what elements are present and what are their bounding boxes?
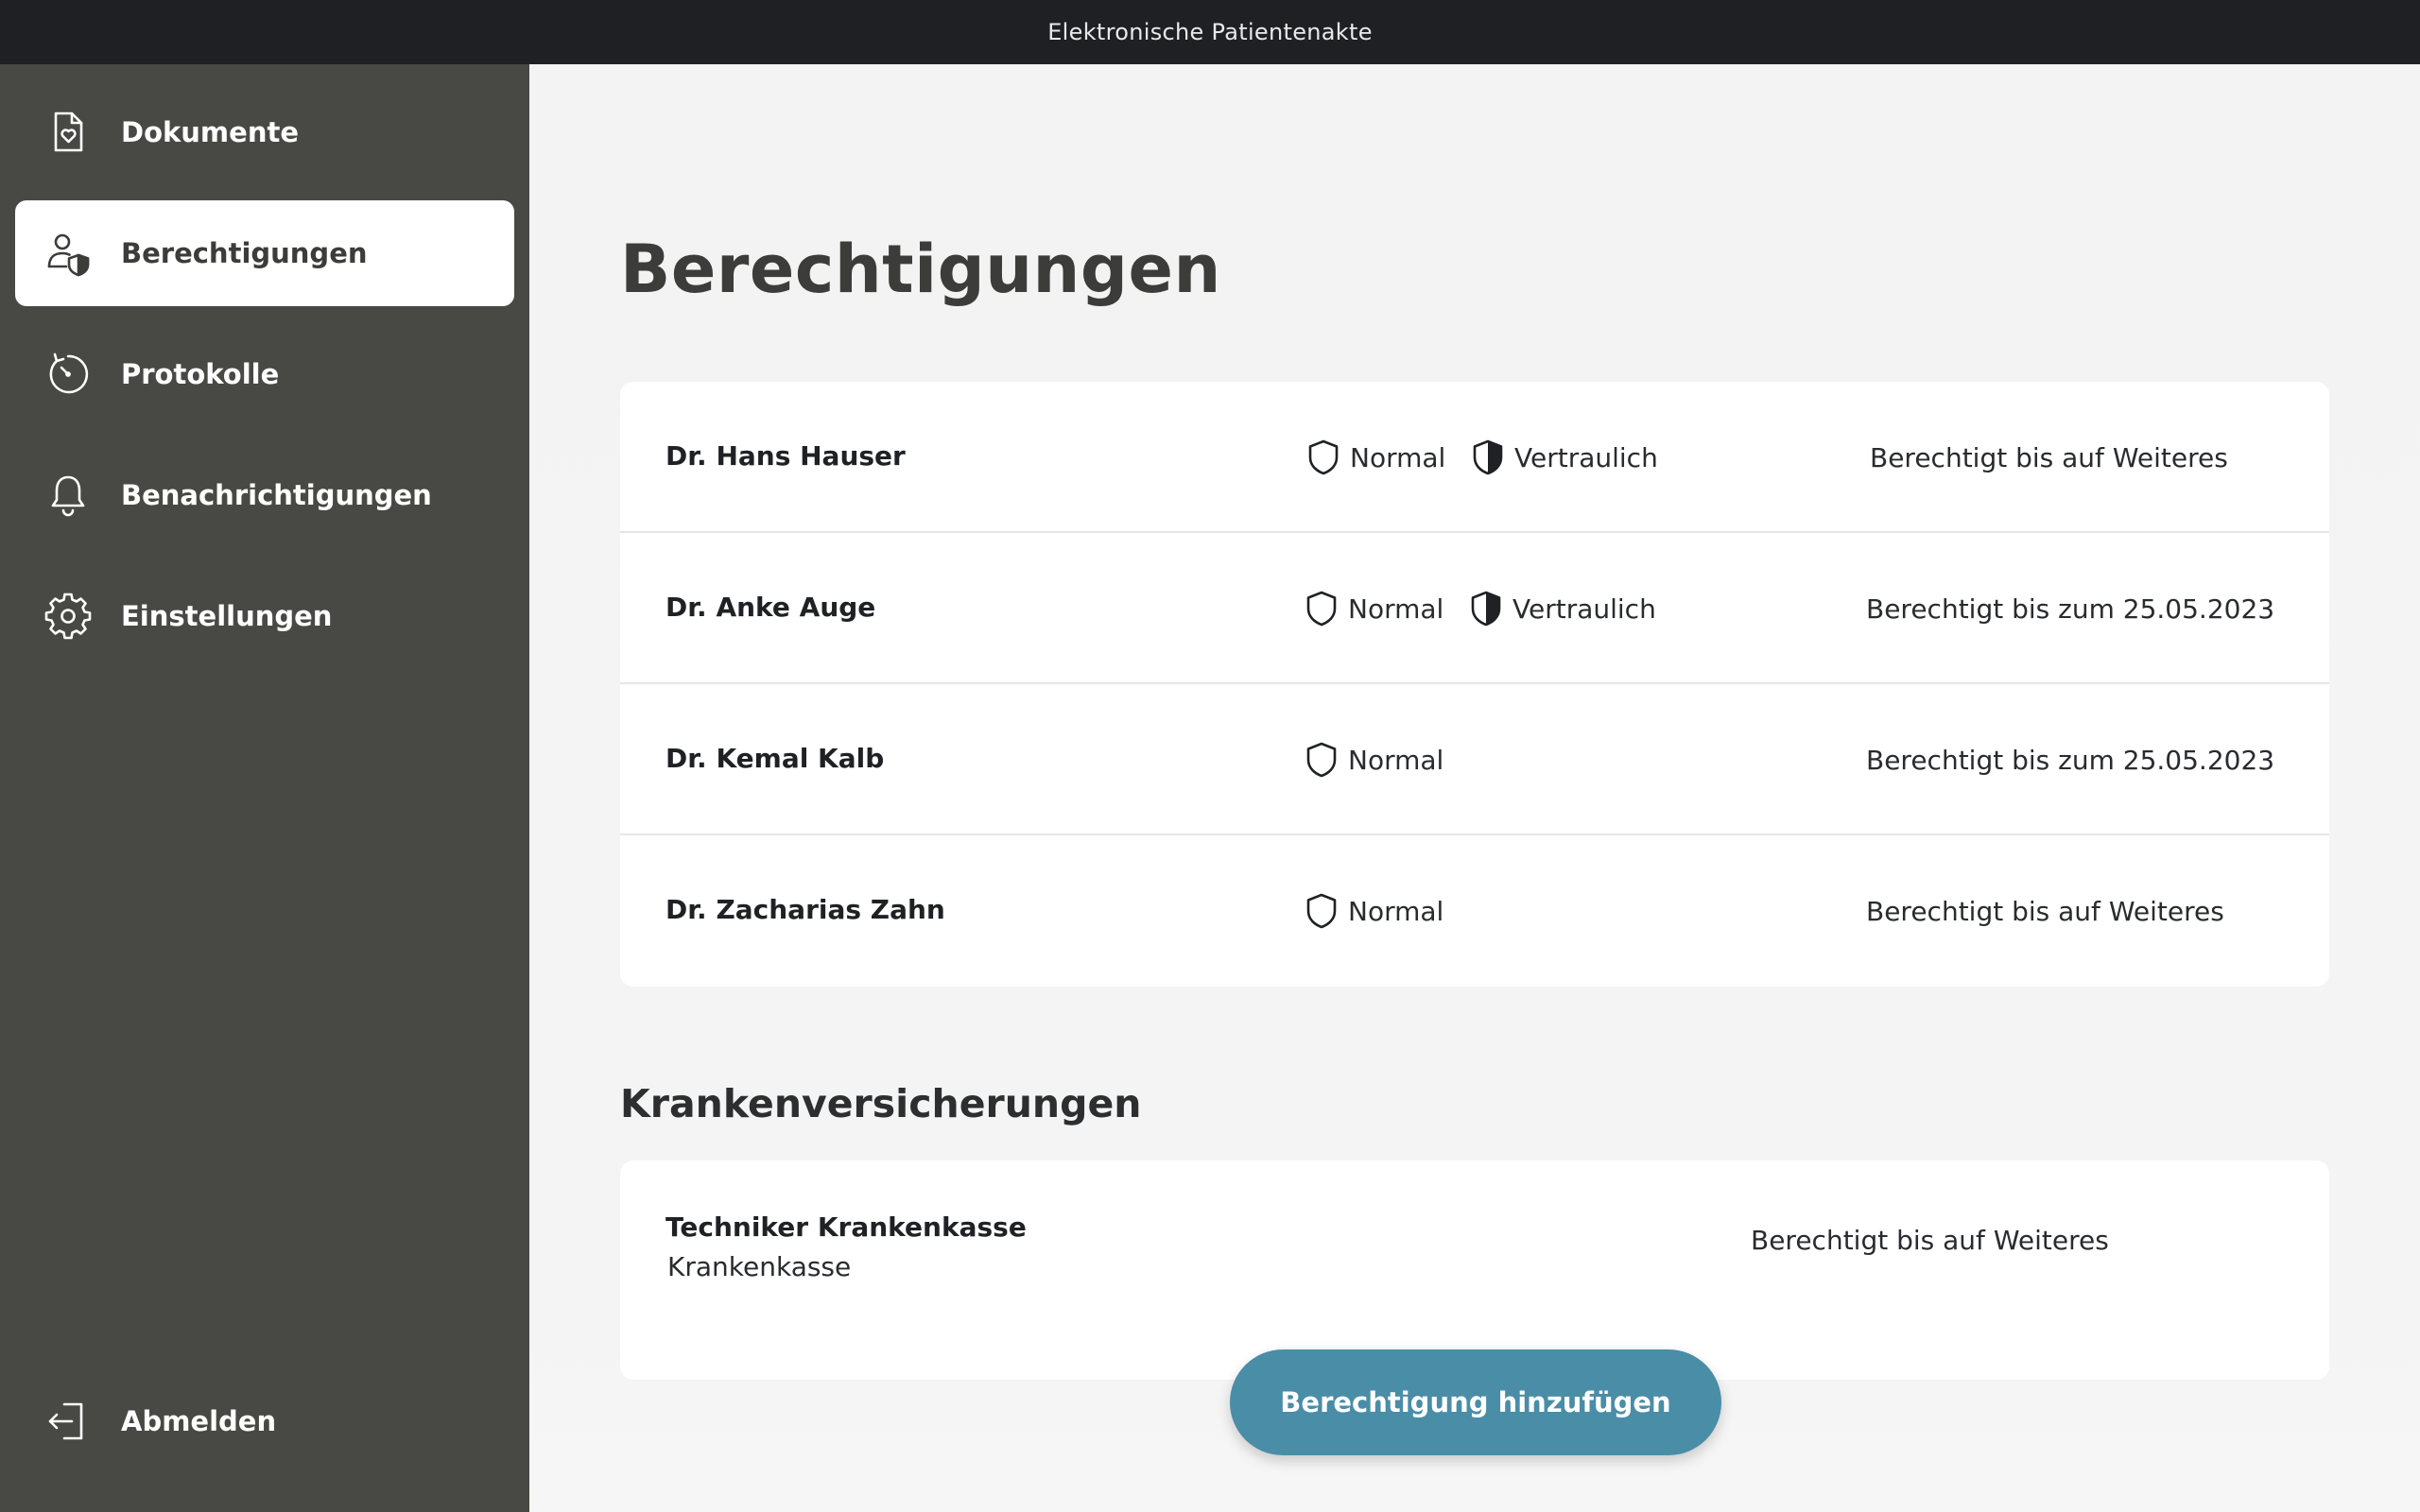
shield-outline-icon [1306,742,1337,778]
access-level-label: Normal [1350,441,1446,473]
sidebar: Dokumente Berechtigungen Protokolle Bena… [0,64,529,1512]
access-level-label: Vertraulich [1514,441,1658,473]
sidebar-item-benachrichtigungen[interactable]: Benachrichtigungen [15,442,514,548]
shield-half-filled-icon [1471,591,1501,627]
sidebar-item-label: Dokumente [121,116,299,148]
access-level-vertraulich: Vertraulich [1471,437,1658,478]
insurance-type: Krankenkasse [667,1251,852,1282]
sidebar-item-label: Berechtigungen [121,237,368,269]
doctor-name: Dr. Anke Auge [666,592,876,623]
insurance-name: Techniker Krankenkasse [666,1211,1027,1243]
access-level-vertraulich: Vertraulich [1469,588,1656,629]
main-content: Berechtigungen Dr. Hans Hauser Normal Ve… [529,64,2420,1512]
logout-icon [43,1397,93,1446]
bell-icon [43,471,93,520]
sidebar-item-einstellungen[interactable]: Einstellungen [15,563,514,669]
logout-label: Abmelden [121,1405,277,1437]
permission-status: Berechtigt bis zum 25.05.2023 [1866,745,2275,776]
permission-status: Berechtigt bis auf Weiteres [1870,442,2228,473]
permission-row[interactable]: Dr. Zacharias Zahn Normal Berechtigt bis… [620,835,2329,987]
document-heart-icon [43,108,93,157]
permission-status: Berechtigt bis zum 25.05.2023 [1866,593,2275,625]
access-level-normal: Normal [1306,437,1445,478]
sidebar-item-label: Benachrichtigungen [121,479,432,511]
user-shield-icon [43,229,93,278]
permission-row[interactable]: Dr. Anke Auge Normal Vertraulich Berecht… [620,533,2329,684]
window-title: Elektronische Patientenakte [1047,19,1373,45]
access-level-label: Normal [1348,895,1444,927]
history-dial-icon [43,350,93,399]
sidebar-item-berechtigungen[interactable]: Berechtigungen [15,200,514,306]
access-level-label: Normal [1348,744,1444,776]
sidebar-item-label: Protokolle [121,358,280,390]
sidebar-item-label: Einstellungen [121,600,333,632]
add-permission-button[interactable]: Berechtigung hinzufügen [1230,1349,1721,1455]
sidebar-item-dokumente[interactable]: Dokumente [15,79,514,185]
permission-row[interactable]: Dr. Kemal Kalb Normal Berechtigt bis zum… [620,684,2329,835]
logout-button[interactable]: Abmelden [15,1368,514,1474]
insurance-row[interactable]: Techniker Krankenkasse Krankenkasse Bere… [620,1160,2329,1380]
shield-outline-icon [1306,591,1337,627]
permission-status: Berechtigt bis auf Weiteres [1866,896,2224,927]
page-title: Berechtigungen [620,231,1221,308]
shield-half-filled-icon [1473,439,1503,475]
permissions-list: Dr. Hans Hauser Normal Vertraulich Berec… [620,382,2329,987]
shield-outline-icon [1306,893,1337,929]
access-level-normal: Normal [1305,890,1443,932]
doctor-name: Dr. Hans Hauser [666,440,906,472]
access-level-label: Vertraulich [1512,593,1656,625]
insurance-section-title: Krankenversicherungen [620,1081,1142,1126]
insurance-status: Berechtigt bis auf Weiteres [1751,1225,2109,1256]
access-level-label: Normal [1348,593,1444,625]
sidebar-item-protokolle[interactable]: Protokolle [15,321,514,427]
shield-outline-icon [1308,439,1339,475]
doctor-name: Dr. Kemal Kalb [666,743,885,774]
window-titlebar: Elektronische Patientenakte [0,0,2420,64]
access-level-normal: Normal [1305,739,1443,781]
access-level-normal: Normal [1305,588,1443,629]
doctor-name: Dr. Zacharias Zahn [666,894,945,925]
permission-row[interactable]: Dr. Hans Hauser Normal Vertraulich Berec… [620,382,2329,533]
gear-icon [43,592,93,641]
